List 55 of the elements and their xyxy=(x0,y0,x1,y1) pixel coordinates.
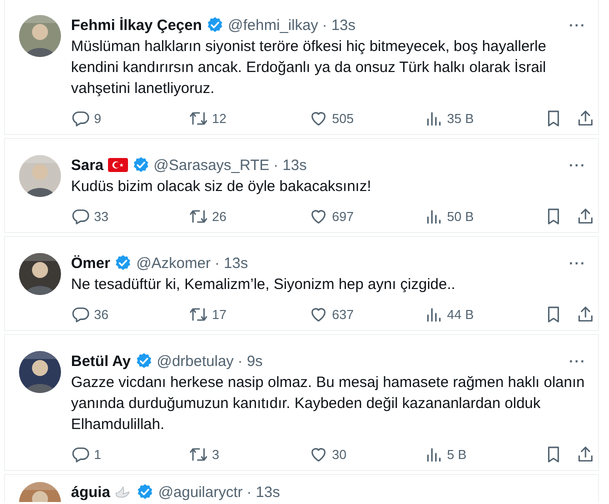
user-name[interactable]: Ömer xyxy=(71,254,110,272)
user-handle[interactable]: @drbetulay xyxy=(156,352,234,370)
replies-count: 36 xyxy=(94,307,108,322)
post-time[interactable]: · 9s xyxy=(238,352,263,370)
user-handle[interactable]: @Azkomer xyxy=(136,254,211,272)
views-count: 35 B xyxy=(447,111,474,126)
post-text: Ne tesadüftür ki, Kemalizm’le, Siyonizm hep aynı çizgide.. xyxy=(71,275,456,295)
post-time[interactable]: · 13s xyxy=(273,156,307,174)
user-name[interactable]: águia xyxy=(71,484,110,500)
post-text: Müslüman halkların siyonist teröre öfkesi hiç bitmeyecek, boş hayallerle kendini kandırırsın ancak. Erdoğanlı ya da onsuz Türk halkı olarak İsrail vahşetini lanetliyoruz. xyxy=(71,37,548,99)
post-text: Kudüs bizim olacak siz de öyle bakacaksınız! xyxy=(71,177,372,197)
more-button[interactable]: ··· xyxy=(569,160,586,170)
reposts-count: 26 xyxy=(212,209,226,224)
reply-icon[interactable] xyxy=(71,305,90,324)
like-icon[interactable] xyxy=(309,305,328,324)
bar-chart-icon[interactable] xyxy=(424,207,443,226)
replies-count: 9 xyxy=(94,111,102,126)
post-text: Gazze vicdanı herkese nasip olmaz. Bu mesaj hamasete rağmen haklı olanın yanında durduğumuzun kanıtıdır. Kaybeden değil kazananlardan olduk Elhamdulillah. xyxy=(71,373,586,435)
reposts-count: 3 xyxy=(212,447,220,462)
likes-count: 30 xyxy=(332,447,346,462)
repost-icon[interactable] xyxy=(189,305,208,324)
post-time[interactable]: · 13s xyxy=(214,254,248,272)
bar-chart-icon[interactable] xyxy=(424,445,443,464)
user-name[interactable]: Fehmi İlkay Çeçen xyxy=(71,16,202,34)
replies-count: 1 xyxy=(94,447,102,462)
like-icon[interactable] xyxy=(309,207,328,226)
likes-count: 505 xyxy=(332,111,354,126)
views-count: 5 B xyxy=(447,447,467,462)
like-icon[interactable] xyxy=(309,109,328,128)
reply-icon[interactable] xyxy=(71,109,90,128)
user-name[interactable]: Sara xyxy=(71,156,104,174)
replies-count: 33 xyxy=(94,209,108,224)
reply-icon[interactable] xyxy=(71,445,90,464)
user-handle[interactable]: @aguilaryctr xyxy=(158,484,243,500)
likes-count: 697 xyxy=(332,209,354,224)
bar-chart-icon[interactable] xyxy=(424,305,443,324)
more-button[interactable]: ··· xyxy=(569,356,586,366)
likes-count: 637 xyxy=(332,307,354,322)
repost-icon[interactable] xyxy=(189,109,208,128)
user-handle[interactable]: @Sarasays_RTE xyxy=(154,156,270,174)
reposts-count: 17 xyxy=(212,307,226,322)
like-icon[interactable] xyxy=(309,445,328,464)
bar-chart-icon[interactable] xyxy=(424,109,443,128)
views-count: 50 B xyxy=(447,209,474,224)
reply-icon[interactable] xyxy=(71,207,90,226)
more-button[interactable]: ··· xyxy=(569,20,586,30)
repost-icon[interactable] xyxy=(189,445,208,464)
reposts-count: 12 xyxy=(212,111,226,126)
views-count: 44 B xyxy=(447,307,474,322)
user-handle[interactable]: @fehmi_ilkay xyxy=(228,16,318,34)
more-button[interactable]: ··· xyxy=(569,258,586,268)
post-time[interactable]: · 13s xyxy=(246,484,280,500)
post-time[interactable]: · 13s xyxy=(322,16,356,34)
repost-icon[interactable] xyxy=(189,207,208,226)
user-name[interactable]: Betül Ay xyxy=(71,352,131,370)
